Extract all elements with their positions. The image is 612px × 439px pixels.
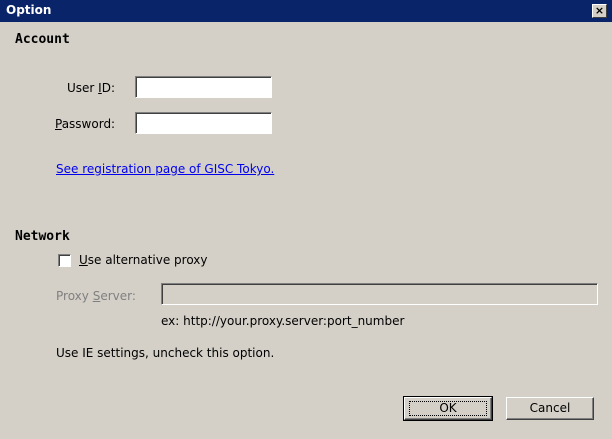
alternative-proxy-label[interactable]: Use alternative proxy xyxy=(79,253,208,267)
network-heading: Network xyxy=(15,229,70,244)
title-bar[interactable]: Option × xyxy=(0,0,612,22)
option-dialog: Option × Account User ID: Password: See … xyxy=(0,0,612,439)
password-label: Password: xyxy=(55,117,116,131)
account-heading: Account xyxy=(15,32,70,47)
user-id-label: User ID: xyxy=(67,81,116,95)
ok-button[interactable]: OK xyxy=(403,396,493,421)
ie-settings-note: Use IE settings, uncheck this option. xyxy=(56,346,275,360)
cancel-button[interactable]: Cancel xyxy=(506,397,594,420)
user-id-field[interactable] xyxy=(135,76,272,98)
window-title: Option xyxy=(6,3,52,17)
close-button[interactable]: × xyxy=(592,4,607,18)
proxy-server-label: Proxy Server: xyxy=(56,289,136,303)
proxy-server-field[interactable] xyxy=(161,283,598,305)
proxy-example-text: ex: http://your.proxy.server:port_number xyxy=(161,314,405,328)
alternative-proxy-checkbox[interactable] xyxy=(58,254,71,267)
registration-link[interactable]: See registration page of GISC Tokyo. xyxy=(56,162,274,176)
close-icon: × xyxy=(594,4,605,17)
cancel-label: Cancel xyxy=(529,401,571,415)
password-field[interactable] xyxy=(135,112,272,134)
focus-indicator xyxy=(409,401,487,416)
